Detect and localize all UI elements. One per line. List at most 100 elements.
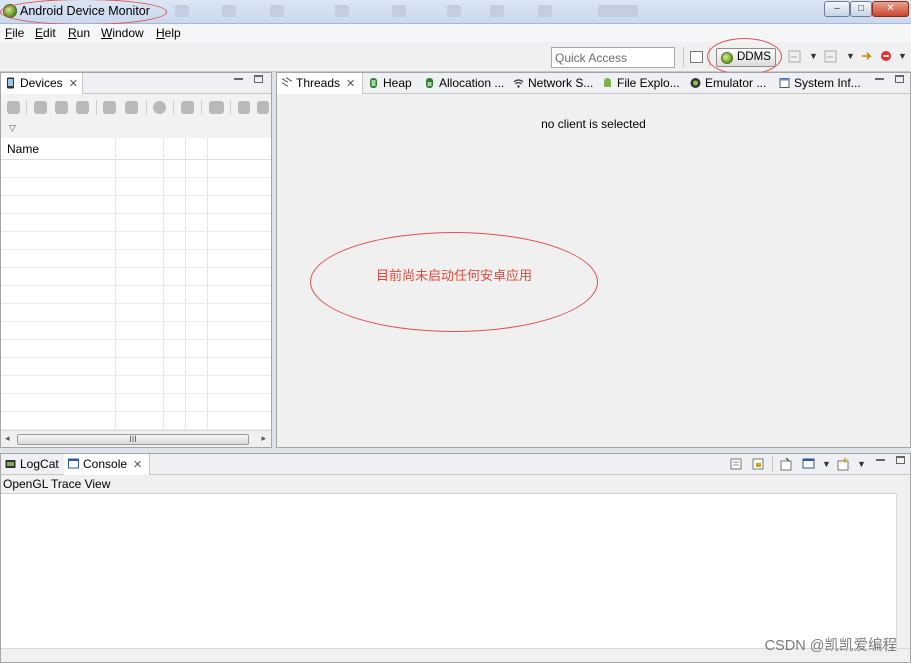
dump-view-hierarchy-icon[interactable] — [209, 101, 224, 114]
toolbar-separator — [230, 100, 231, 115]
pin-console-icon[interactable] — [780, 458, 793, 471]
chevron-down-icon[interactable]: ▼ — [846, 51, 855, 61]
android-icon — [604, 78, 611, 87]
menu-help[interactable]: Help — [156, 26, 181, 40]
update-heap-icon[interactable] — [34, 101, 47, 114]
ddms-perspective-button[interactable]: DDMS — [716, 48, 776, 67]
chevron-down-icon[interactable]: ▼ — [898, 51, 907, 61]
toolbar-separator — [146, 100, 147, 115]
menu-window[interactable]: Window — [101, 26, 144, 40]
debug-process-icon[interactable] — [7, 101, 20, 114]
table-row — [1, 178, 271, 196]
forward-arrow-icon[interactable] — [880, 50, 893, 63]
main-tab-strip: Threads ✕ Heap Allocation ... Network S..… — [277, 73, 910, 94]
maximize-view-icon[interactable] — [895, 75, 904, 83]
menu-bar: File Edit Run Window Help — [0, 24, 911, 42]
table-row — [1, 232, 271, 250]
tab-threads[interactable]: Threads ✕ — [277, 73, 363, 94]
console-vertical-scrollbar[interactable] — [896, 493, 910, 648]
maximize-view-icon[interactable] — [896, 456, 905, 464]
system-info-icon — [779, 78, 790, 88]
maximize-view-icon[interactable] — [254, 75, 263, 83]
toolbar-separator — [26, 100, 27, 115]
faded-toolbar-icon — [270, 5, 284, 17]
devices-table-header: Name — [1, 138, 271, 160]
table-row — [1, 412, 271, 430]
scroll-right-icon[interactable]: ▸ — [261, 433, 266, 444]
console-view-title: OpenGL Trace View — [3, 477, 111, 491]
tab-logcat[interactable]: LogCat — [1, 454, 63, 475]
tab-console[interactable]: Console ✕ — [64, 454, 150, 475]
logcat-icon — [5, 460, 16, 468]
table-row — [1, 160, 271, 178]
faded-toolbar-icon — [175, 5, 189, 17]
tab-file-explorer[interactable]: File Explo... — [598, 73, 685, 94]
view-menu-chevron-icon[interactable]: ▽ — [9, 123, 16, 134]
previous-annotation-icon[interactable] — [788, 50, 801, 63]
table-row — [1, 376, 271, 394]
tab-system-information[interactable]: System Inf... — [775, 73, 865, 94]
close-icon[interactable]: ✕ — [133, 455, 142, 475]
column-name[interactable]: Name — [7, 142, 39, 156]
tab-allocation[interactable]: Allocation ... — [420, 73, 508, 94]
open-console-icon[interactable] — [837, 458, 850, 471]
console-output[interactable] — [1, 493, 896, 648]
table-row — [1, 250, 271, 268]
chevron-down-icon[interactable]: ▼ — [822, 459, 831, 469]
title-bar: Android Device Monitor – □ ✕ — [0, 0, 911, 24]
close-icon[interactable]: ✕ — [346, 74, 355, 94]
ddms-icon — [721, 52, 733, 64]
method-profiling-icon[interactable] — [125, 101, 138, 114]
minimize-view-icon[interactable] — [234, 78, 243, 80]
close-window-button[interactable]: ✕ — [872, 1, 909, 17]
minimize-view-icon[interactable] — [875, 78, 884, 80]
table-row — [1, 322, 271, 340]
menu-edit[interactable]: Edit — [35, 26, 56, 40]
emulator-icon — [690, 78, 701, 88]
ddms-label: DDMS — [737, 51, 771, 63]
faded-toolbar-icon — [392, 5, 406, 17]
devices-toolbar: ▽ — [1, 94, 271, 138]
chevron-down-icon[interactable]: ▼ — [809, 51, 818, 61]
tab-devices[interactable]: Devices ✕ — [1, 73, 83, 94]
scrollbar-thumb[interactable]: III — [17, 434, 249, 445]
scroll-left-icon[interactable]: ◂ — [5, 433, 10, 444]
toolbar-separator — [96, 100, 97, 115]
devices-horizontal-scrollbar[interactable]: ◂ III ▸ — [1, 430, 271, 447]
quick-access-input[interactable] — [551, 47, 675, 68]
tab-heap[interactable]: Heap — [364, 73, 419, 94]
next-annotation-icon[interactable] — [824, 50, 837, 63]
minimize-window-button[interactable]: – — [824, 1, 850, 17]
table-row — [1, 394, 271, 412]
tab-network-statistics[interactable]: Network S... — [509, 73, 597, 94]
open-perspective-icon[interactable] — [690, 51, 703, 63]
back-arrow-icon[interactable] — [860, 50, 873, 63]
toolbar-separator — [683, 47, 684, 67]
menu-run[interactable]: Run — [68, 26, 90, 40]
menu-file[interactable]: File — [5, 26, 24, 40]
scroll-lock-icon[interactable] — [752, 458, 765, 471]
table-row — [1, 196, 271, 214]
main-toolbar: DDMS ▼ ▼ ▼ — [0, 42, 911, 72]
chevron-down-icon[interactable]: ▼ — [857, 459, 866, 469]
table-row — [1, 286, 271, 304]
screen-capture-icon[interactable] — [181, 101, 194, 114]
close-icon[interactable]: ✕ — [69, 74, 78, 94]
stop-process-icon[interactable] — [153, 101, 166, 114]
cause-gc-icon[interactable] — [76, 101, 89, 114]
table-row — [1, 214, 271, 232]
clear-console-icon[interactable] — [730, 458, 743, 471]
tab-emulator-control[interactable]: Emulator ... — [686, 73, 774, 94]
dump-hprof-icon[interactable] — [55, 101, 68, 114]
systrace-icon[interactable] — [238, 101, 250, 114]
display-console-icon[interactable] — [802, 458, 815, 471]
devices-tab-strip: Devices ✕ — [1, 73, 271, 94]
minimize-view-icon[interactable] — [876, 459, 885, 461]
annotation-note: 目前尚未启动任何安卓应用 — [375, 268, 532, 283]
threads-panel: Threads ✕ Heap Allocation ... Network S..… — [276, 72, 911, 448]
allocation-icon — [426, 78, 433, 88]
opengl-trace-icon[interactable] — [257, 101, 269, 114]
maximize-window-button[interactable]: □ — [850, 1, 872, 17]
toolbar-separator — [709, 47, 710, 67]
update-threads-icon[interactable] — [103, 101, 116, 114]
